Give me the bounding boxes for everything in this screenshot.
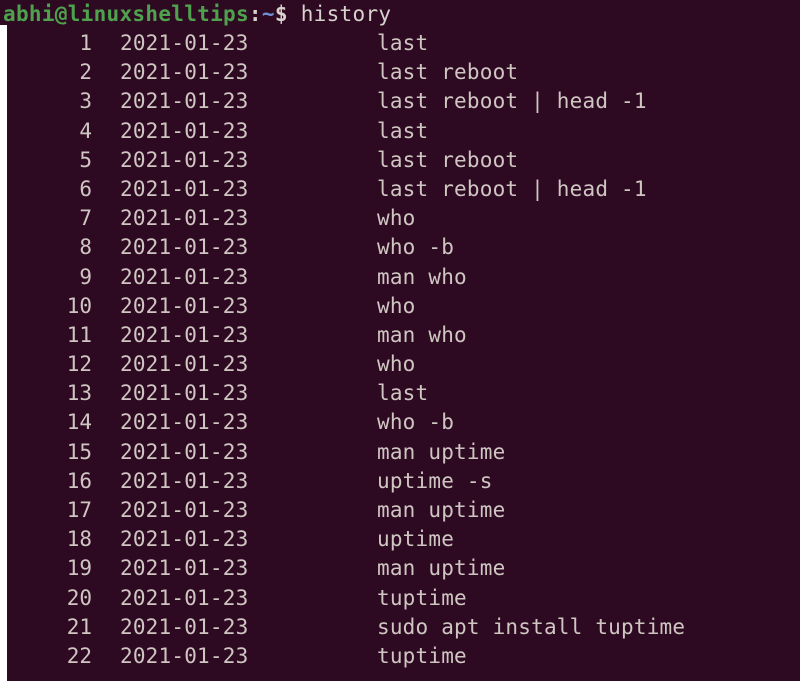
history-entry-row: 8 2021-01-23 who -b [0, 233, 800, 262]
history-entry-index: 16 [66, 468, 92, 493]
prompt-command-text: history [287, 2, 392, 26]
history-entry-date: 2021-01-23 [120, 118, 249, 143]
history-entry-date: 2021-01-23 [120, 468, 249, 493]
history-entry-command: last [377, 31, 429, 55]
history-entry-command: who -b [377, 410, 455, 435]
history-entry-date: 2021-01-23 [120, 264, 249, 289]
shell-prompt-line: abhi@linuxshelltips:~$ history [0, 0, 800, 29]
history-entry-index: 8 [79, 235, 92, 260]
prompt-user-host: abhi@linuxshelltips [3, 2, 249, 26]
history-entry-index: 2 [79, 60, 92, 85]
history-entry-index: 19 [66, 556, 92, 581]
history-entry-date: 2021-01-23 [120, 439, 249, 464]
history-entry-command: uptime -s [377, 468, 493, 493]
history-entry-command: last reboot [377, 147, 519, 172]
history-entry-command: who [377, 352, 416, 377]
history-entry-index: 4 [79, 118, 92, 143]
history-entry-command: man uptime [377, 498, 506, 522]
history-entry-date: 2021-01-23 [120, 60, 249, 85]
history-entry-row: 19 2021-01-23 man uptime [0, 554, 800, 583]
history-entry-date: 2021-01-23 [120, 643, 249, 668]
history-entry-index: 12 [66, 352, 92, 377]
history-entry-row: 15 2021-01-23 man uptime [0, 438, 800, 467]
history-entry-command: who -b [377, 235, 455, 260]
history-entry-command: who [377, 206, 416, 231]
history-entry-row: 3 2021-01-23 last reboot | head -1 [0, 87, 800, 116]
history-entry-row: 12 2021-01-23 who [0, 350, 800, 379]
history-entry-index: 21 [66, 614, 92, 639]
history-entry-date: 2021-01-23 [120, 410, 249, 435]
history-entry-index: 5 [79, 147, 92, 172]
history-entry-date: 2021-01-23 [120, 614, 249, 639]
history-entry-row: 1 2021-01-23 last [0, 29, 800, 58]
history-entry-command: man who [377, 322, 467, 347]
terminal-screen[interactable]: abhi@linuxshelltips:~$ history 1 2021-01-… [0, 0, 800, 681]
history-entry-row: 7 2021-01-23 who [0, 204, 800, 233]
history-entry-row: 16 2021-01-23 uptime -s [0, 467, 800, 496]
history-entry-index: 15 [66, 439, 92, 464]
history-entry-index: 22 [66, 643, 92, 668]
history-entry-date: 2021-01-23 [120, 147, 249, 172]
history-entry-command: tuptime [377, 585, 467, 610]
history-entry-command: last reboot | head -1 [377, 176, 647, 201]
history-entry-command: last [377, 381, 429, 406]
history-entry-row: 6 2021-01-23 last reboot | head -1 [0, 175, 800, 204]
history-entry-date: 2021-01-23 [120, 322, 249, 347]
history-entry-command: last [377, 118, 429, 143]
history-entry-date: 2021-01-23 [120, 527, 249, 552]
history-entry-index: 11 [66, 322, 92, 347]
history-entry-command: man uptime [377, 556, 506, 581]
history-entry-index: 14 [66, 410, 92, 435]
history-entry-row: 2 2021-01-23 last reboot [0, 58, 800, 87]
history-entry-date: 2021-01-23 [120, 293, 249, 318]
history-output: 1 2021-01-23 last 2 2021-01-23 last reboot 3 20… [0, 29, 800, 671]
history-entry-index: 7 [79, 206, 92, 231]
history-entry-command: who [377, 293, 416, 318]
history-entry-command: sudo apt install tuptime [377, 614, 686, 639]
history-entry-row: 22 2021-01-23 tuptime [0, 642, 800, 671]
history-entry-row: 11 2021-01-23 man who [0, 321, 800, 350]
prompt-colon: : [248, 2, 262, 26]
prompt-working-directory: ~ [261, 2, 275, 26]
history-entry-date: 2021-01-23 [120, 352, 249, 377]
terminal-left-gutter [0, 25, 7, 681]
history-entry-date: 2021-01-23 [120, 31, 249, 55]
history-entry-command: man uptime [377, 439, 506, 464]
history-entry-row: 13 2021-01-23 last [0, 379, 800, 408]
history-entry-index: 17 [66, 498, 92, 522]
history-entry-index: 9 [79, 264, 92, 289]
history-entry-index: 10 [66, 293, 92, 318]
history-entry-row: 5 2021-01-23 last reboot [0, 146, 800, 175]
history-entry-date: 2021-01-23 [120, 585, 249, 610]
history-entry-row: 21 2021-01-23 sudo apt install tuptime [0, 613, 800, 642]
history-entry-index: 20 [66, 585, 92, 610]
history-entry-command: last reboot | head -1 [377, 89, 647, 114]
history-entry-date: 2021-01-23 [120, 206, 249, 231]
history-entry-row: 20 2021-01-23 tuptime [0, 584, 800, 613]
history-entry-command: tuptime [377, 643, 467, 668]
history-entry-index: 1 [79, 31, 92, 55]
history-entry-row: 18 2021-01-23 uptime [0, 525, 800, 554]
history-entry-date: 2021-01-23 [120, 498, 249, 522]
history-entry-index: 6 [79, 176, 92, 201]
history-entry-row: 4 2021-01-23 last [0, 117, 800, 146]
terminal-window[interactable]: abhi@linuxshelltips:~$ history 1 2021-01-… [0, 0, 800, 681]
history-entry-date: 2021-01-23 [120, 176, 249, 201]
history-entry-date: 2021-01-23 [120, 381, 249, 406]
history-entry-date: 2021-01-23 [120, 235, 249, 260]
history-entry-date: 2021-01-23 [120, 89, 249, 114]
history-entry-date: 2021-01-23 [120, 556, 249, 581]
history-entry-index: 18 [66, 527, 92, 552]
history-entry-row: 10 2021-01-23 who [0, 292, 800, 321]
history-entry-command: uptime [377, 527, 455, 552]
history-entry-index: 13 [66, 381, 92, 406]
history-entry-command: last reboot [377, 60, 519, 85]
history-entry-row: 9 2021-01-23 man who [0, 263, 800, 292]
history-entry-row: 17 2021-01-23 man uptime [0, 496, 800, 525]
history-entry-command: man who [377, 264, 467, 289]
prompt-dollar-sign: $ [274, 2, 288, 26]
history-entry-row: 14 2021-01-23 who -b [0, 408, 800, 437]
history-entry-index: 3 [79, 89, 92, 114]
